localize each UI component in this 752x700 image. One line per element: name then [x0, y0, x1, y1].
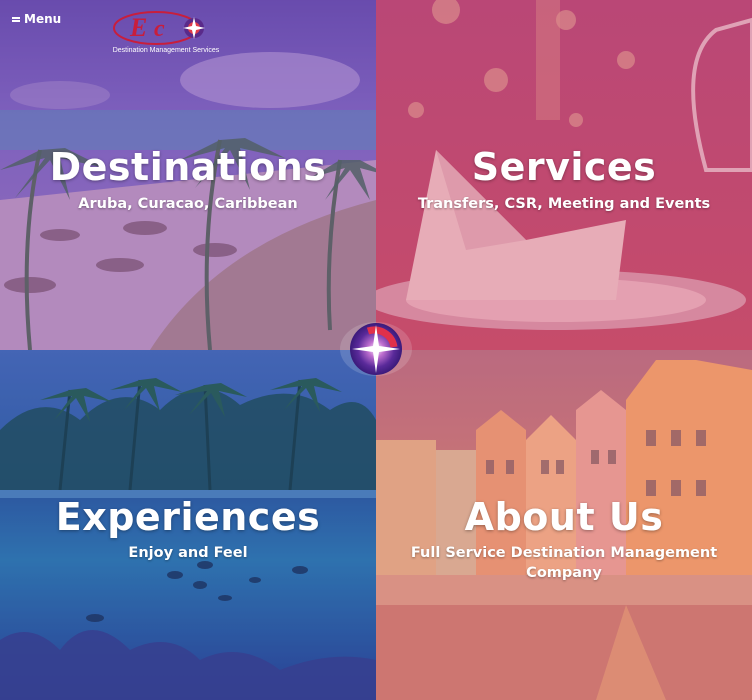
tile-title: Experiences — [55, 495, 321, 539]
svg-text:E: E — [129, 13, 147, 42]
tile-subtitle: Transfers, CSR, Meeting and Events — [417, 196, 711, 212]
tile-title: Services — [471, 145, 657, 189]
compass-star-icon — [340, 322, 412, 376]
tile-experiences[interactable]: Experiences Enjoy and Feel — [0, 350, 376, 700]
menu-button[interactable]: Menu — [12, 12, 61, 26]
tile-services[interactable]: Services Transfers, CSR, Meeting and Eve… — [376, 0, 752, 350]
svg-text:c: c — [154, 16, 165, 42]
tile-title: About Us — [464, 495, 664, 539]
hamburger-icon — [12, 16, 20, 23]
tile-about-us[interactable]: About Us Full Service Destination Manage… — [376, 350, 752, 700]
tile-subtitle: Full Service Destination Management Comp… — [410, 545, 718, 581]
eco-logo-mark: E c — [113, 11, 205, 45]
menu-label: Menu — [24, 12, 62, 26]
logo-tagline: Destination Management Services — [112, 47, 220, 54]
tile-title: Destinations — [49, 145, 327, 189]
logo[interactable]: E c Destination Management Services — [106, 8, 226, 58]
tile-subtitle: Aruba, Curacao, Caribbean — [78, 196, 298, 212]
tile-subtitle: Enjoy and Feel — [128, 545, 248, 561]
